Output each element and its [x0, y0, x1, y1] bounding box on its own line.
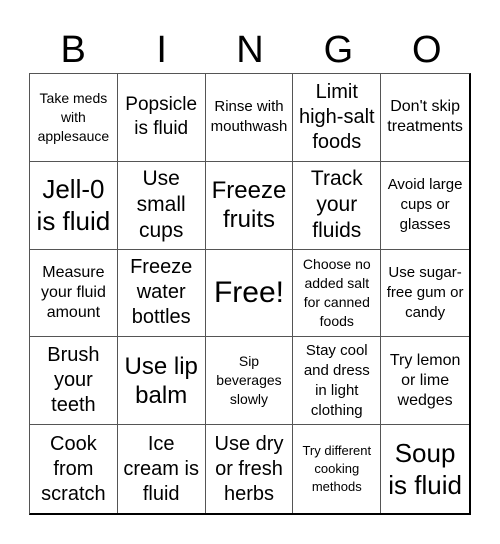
cell-text: Rinse with mouthwash: [210, 98, 288, 136]
bingo-cell[interactable]: Use dry or fresh herbs: [206, 425, 294, 513]
bingo-cell[interactable]: Sip beverages slowly: [205, 337, 294, 426]
bingo-cell[interactable]: Use small cups: [117, 161, 206, 250]
cell-text: Cook from scratch: [41, 432, 106, 505]
cell-text: Use sugar-free gum or candy: [386, 263, 464, 321]
bingo-cell[interactable]: Freeze water bottles: [117, 249, 206, 338]
cell-text: Stay cool and dress in light clothing: [303, 341, 370, 419]
bingo-cell[interactable]: Track your fluids: [293, 161, 382, 250]
bingo-cell[interactable]: Jell-0 is fluid: [30, 161, 118, 250]
bingo-cell[interactable]: Measure your fluid amount: [30, 249, 118, 338]
bingo-cell[interactable]: Use lip balm: [117, 337, 206, 426]
header-letter-o: O: [412, 29, 442, 71]
bingo-cell[interactable]: Take meds with applesauce: [30, 74, 118, 162]
cell-text: Try lemon or lime wedges: [389, 351, 461, 409]
free-space-label: Free!: [213, 275, 284, 309]
header-letter-i: I: [156, 29, 167, 71]
bingo-cell[interactable]: Stay cool and dress in light clothing: [293, 337, 382, 426]
header-letter-b: B: [60, 29, 86, 71]
bingo-cell[interactable]: Rinse with mouthwash: [205, 74, 294, 162]
bingo-grid: Take meds with applesauce Popsicle is fl…: [29, 73, 471, 515]
cell-text: Track your fluids: [310, 167, 363, 243]
cell-text: Measure your fluid amount: [40, 263, 106, 321]
bingo-cell[interactable]: Popsicle is fluid: [117, 74, 206, 162]
bingo-cell[interactable]: Cook from scratch: [30, 425, 118, 513]
cell-text: Use dry or fresh herbs: [214, 432, 284, 505]
cell-text: Jell-0 is fluid: [36, 174, 111, 237]
bingo-header: B I N G O: [29, 28, 471, 73]
cell-text: Choose no added salt for canned foods: [302, 255, 371, 329]
cell-text: Avoid large cups or glasses: [387, 176, 463, 234]
bingo-cell[interactable]: Use sugar-free gum or candy: [381, 250, 469, 338]
cell-text: Use small cups: [136, 167, 186, 243]
bingo-cell[interactable]: Freeze fruits: [205, 161, 294, 250]
cell-text: Don't skip treatments: [387, 98, 463, 136]
cell-text: Popsicle is fluid: [125, 94, 198, 140]
bingo-cell[interactable]: Avoid large cups or glasses: [381, 162, 469, 250]
cell-text: Take meds with applesauce: [37, 89, 110, 144]
cell-text: Ice cream is fluid: [123, 432, 199, 505]
cell-text: Soup is fluid: [388, 438, 462, 501]
bingo-cell[interactable]: Limit high-salt foods: [293, 74, 382, 162]
cell-text: Freeze fruits: [211, 177, 287, 234]
bingo-cell[interactable]: Try different cooking methods: [293, 425, 382, 513]
bingo-cell[interactable]: Don't skip treatments: [381, 74, 469, 162]
header-letter-g: G: [323, 29, 354, 71]
header-letter-n: N: [236, 29, 264, 71]
bingo-cell[interactable]: Ice cream is fluid: [118, 425, 206, 513]
bingo-cell[interactable]: Soup is fluid: [381, 425, 469, 513]
bingo-cell[interactable]: Try lemon or lime wedges: [381, 337, 469, 426]
bingo-cell[interactable]: Choose no added salt for canned foods: [293, 249, 382, 338]
cell-text: Use lip balm: [124, 352, 198, 409]
free-space: Free!: [205, 249, 294, 338]
cell-text: Freeze water bottles: [130, 256, 193, 329]
cell-text: Try different cooking methods: [302, 443, 372, 495]
bingo-cell[interactable]: Brush your teeth: [30, 337, 118, 426]
cell-text: Sip beverages slowly: [216, 353, 282, 408]
cell-text: Brush your teeth: [47, 344, 100, 417]
cell-text: Limit high-salt foods: [298, 80, 375, 153]
